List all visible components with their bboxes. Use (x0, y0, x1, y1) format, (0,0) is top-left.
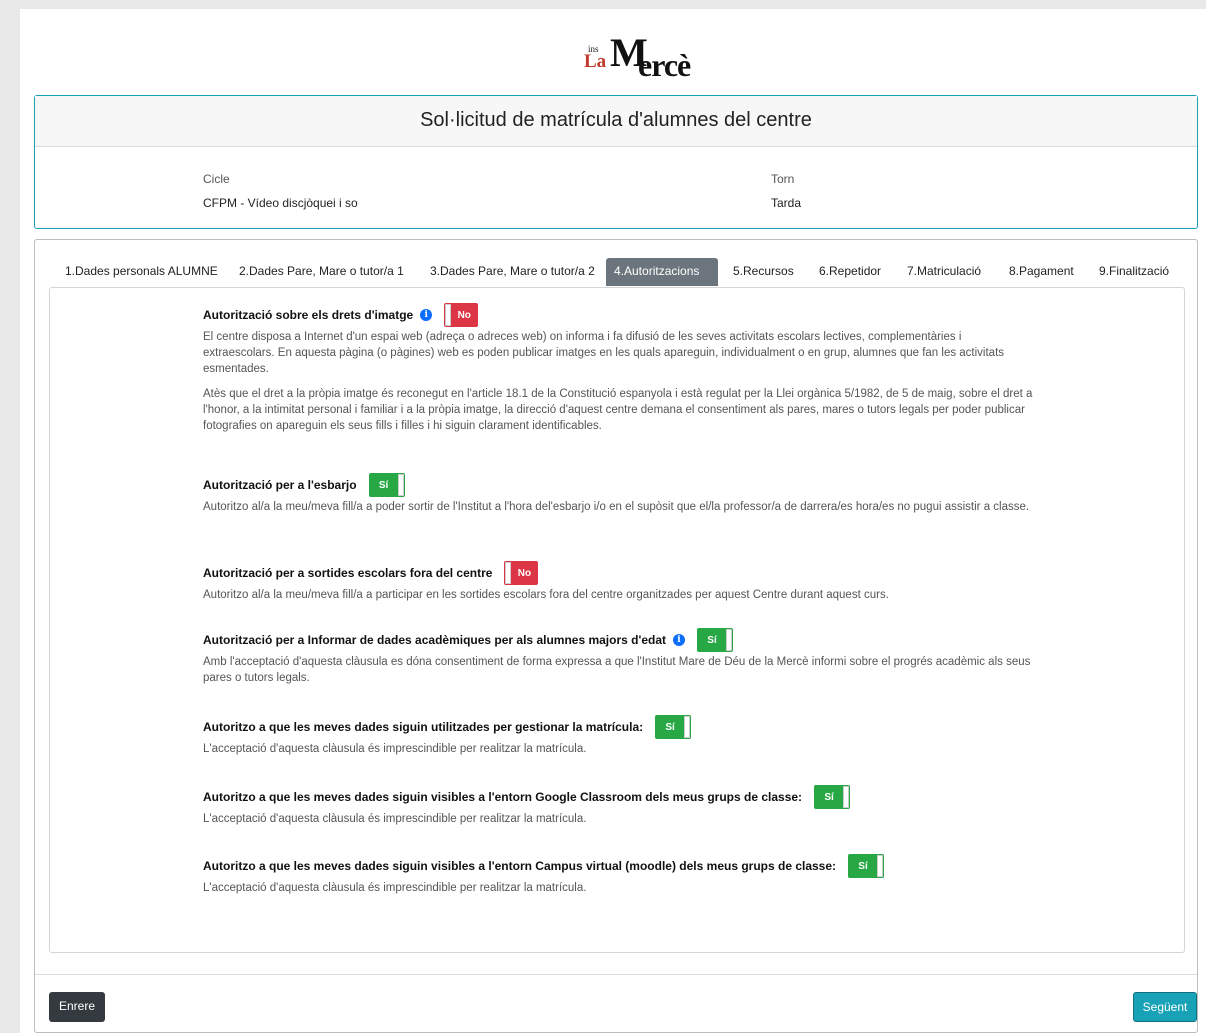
torn-label: Torn (771, 172, 795, 186)
auth-sortides: Autorització per a sortides escolars for… (203, 561, 1033, 612)
toggle-label: Sí (665, 721, 675, 733)
page-title: Sol·licitud de matrícula d'alumnes del c… (35, 96, 1197, 147)
tab-autoritzacions[interactable]: 4.Autoritzacions (606, 258, 718, 286)
campus-virtual-toggle[interactable]: Sí (848, 854, 885, 878)
auth-image-rights-text-2: Atès que el dret a la pròpia imatge és r… (203, 388, 1033, 432)
auth-campus-virtual: Autoritzo a que les meves dades siguin v… (203, 854, 1033, 905)
tab-pagament[interactable]: 8.Pagament (1001, 258, 1082, 286)
image-rights-toggle[interactable]: No (444, 303, 479, 327)
toggle-knob (397, 474, 404, 496)
tab-recursos[interactable]: 5.Recursos (725, 258, 802, 286)
auth-sortides-text: Autoritzo al/a la meu/meva fill/a a part… (203, 589, 889, 601)
form-card: 1.Dades personals ALUMNE 2.Dades Pare, M… (34, 239, 1198, 1033)
esbarjo-toggle[interactable]: Sí (368, 473, 405, 497)
auth-esbarjo: Autorització per a l'esbarjo Sí Autoritz… (203, 473, 1033, 524)
info-icon[interactable]: i (673, 634, 686, 646)
data-enrollment-toggle[interactable]: Sí (655, 715, 692, 739)
page: ins La M ercè Sol·licitud de matrícula d… (20, 9, 1206, 1033)
auth-academic-info: Autorització per a Informar de dades aca… (203, 628, 1033, 695)
tab-dades-alumne[interactable]: 1.Dades personals ALUMNE (57, 258, 226, 286)
cicle-label: Cicle (203, 172, 230, 186)
previous-button[interactable]: Enrere (49, 992, 105, 1022)
toggle-label: No (457, 309, 471, 321)
auth-esbarjo-title: Autorització per a l'esbarjo (203, 478, 357, 492)
toggle-label: Sí (378, 479, 389, 491)
toggle-knob (843, 786, 850, 808)
toggle-label: Sí (707, 634, 717, 646)
logo-erce: ercè (638, 47, 691, 83)
tab-repetidor[interactable]: 6.Repetidor (811, 258, 889, 286)
sortides-toggle[interactable]: No (504, 561, 539, 585)
tab-matriculacio[interactable]: 7.Matriculació (899, 258, 989, 286)
academic-info-toggle[interactable]: Sí (697, 628, 734, 652)
auth-academic-info-text: Amb l'acceptació d'aquesta clàusula es d… (203, 656, 1031, 684)
google-classroom-toggle[interactable]: Sí (814, 785, 851, 809)
auth-esbarjo-text: Autoritzo al/a la meu/meva fill/a a pode… (203, 501, 1030, 513)
tab-dades-tutor-1[interactable]: 2.Dades Pare, Mare o tutor/a 1 (231, 258, 412, 286)
auth-academic-info-title: Autorització per a Informar de dades aca… (203, 633, 667, 647)
auth-google-classroom-title: Autoritzo a que les meves dades siguin v… (203, 790, 803, 804)
step-tabs: 1.Dades personals ALUMNE 2.Dades Pare, M… (35, 258, 1197, 288)
footer-divider (35, 974, 1197, 975)
cicle-value: CFPM - Vídeo discjòquei i so (203, 196, 358, 210)
torn-value: Tarda (771, 196, 802, 210)
auth-campus-virtual-text: L'acceptació d'aquesta clàusula és impre… (203, 882, 587, 894)
tab-finalitzacio[interactable]: 9.Finalització (1091, 258, 1177, 286)
toggle-knob (726, 629, 733, 651)
auth-campus-virtual-title: Autoritzo a que les meves dades siguin v… (203, 859, 837, 873)
toggle-knob (684, 716, 691, 738)
tab-dades-tutor-2[interactable]: 3.Dades Pare, Mare o tutor/a 2 (422, 258, 603, 286)
enrollment-summary-card: Sol·licitud de matrícula d'alumnes del c… (34, 95, 1198, 229)
toggle-knob (877, 855, 884, 877)
auth-image-rights-title: Autorització sobre els drets d'imatge (203, 308, 414, 322)
school-logo: ins La M ercè (560, 29, 691, 87)
authorizations-panel: Autorització sobre els drets d'imatge i … (49, 287, 1185, 953)
auth-data-enrollment-text: L'acceptació d'aquesta clàusula és impre… (203, 743, 587, 755)
info-icon[interactable]: i (420, 309, 433, 321)
auth-google-classroom-text: L'acceptació d'aquesta clàusula és impre… (203, 813, 587, 825)
auth-sortides-title: Autorització per a sortides escolars for… (203, 566, 493, 580)
auth-image-rights: Autorització sobre els drets d'imatge i … (203, 303, 1033, 443)
auth-data-enrollment: Autoritzo a que les meves dades siguin u… (203, 715, 1033, 766)
auth-google-classroom: Autoritzo a que les meves dades siguin v… (203, 785, 1033, 836)
auth-image-rights-text-1: El centre disposa a Internet d'un espai … (203, 331, 1005, 375)
toggle-label: Sí (824, 791, 834, 803)
auth-data-enrollment-title: Autoritzo a que les meves dades siguin u… (203, 720, 644, 734)
toggle-label: No (517, 567, 532, 579)
toggle-label: Sí (858, 860, 868, 872)
logo-la: La (584, 51, 607, 72)
next-button[interactable]: Següent (1133, 992, 1197, 1022)
